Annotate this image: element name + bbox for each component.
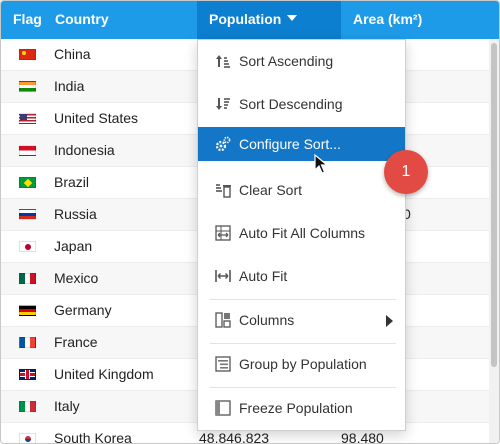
south-korea-flag-icon bbox=[19, 433, 36, 443]
menu-item-label: Columns bbox=[239, 312, 295, 328]
brazil-flag-icon bbox=[19, 177, 36, 188]
group-icon bbox=[215, 356, 231, 372]
menu-separator bbox=[210, 387, 396, 388]
menu-separator bbox=[210, 343, 396, 344]
menu-item-columns[interactable]: Columns bbox=[198, 303, 405, 337]
country-cell: Russia bbox=[54, 206, 97, 222]
columns-icon bbox=[215, 312, 231, 328]
column-header-area[interactable]: Area (km²) bbox=[341, 1, 499, 39]
country-cell: France bbox=[54, 334, 98, 350]
menu-item-label: Clear Sort bbox=[239, 182, 303, 198]
flag-cell bbox=[19, 103, 39, 135]
clear-sort-icon bbox=[216, 184, 231, 198]
menu-item-freeze[interactable]: Freeze Population bbox=[198, 391, 405, 425]
united-states-flag-icon bbox=[19, 113, 36, 124]
country-cell: India bbox=[54, 78, 85, 94]
column-header-flag[interactable]: Flag bbox=[1, 1, 43, 39]
country-cell: Germany bbox=[54, 302, 112, 318]
flag-cell bbox=[19, 423, 39, 443]
menu-item-label: Auto Fit All Columns bbox=[239, 225, 366, 241]
india-flag-icon bbox=[19, 81, 36, 92]
menu-item-clear-sort[interactable]: Clear Sort bbox=[198, 173, 405, 207]
germany-flag-icon bbox=[19, 305, 36, 316]
country-cell: China bbox=[54, 46, 91, 62]
country-cell: Japan bbox=[54, 238, 93, 254]
scrollbar-thumb[interactable] bbox=[491, 43, 497, 367]
menu-item-label: Group by Population bbox=[239, 356, 367, 372]
column-header-population[interactable]: Population bbox=[197, 1, 341, 39]
flag-cell bbox=[19, 327, 39, 359]
column-header-population-label: Population bbox=[209, 11, 282, 27]
menu-item-sort-ascending[interactable]: Sort Ascending bbox=[198, 44, 405, 78]
sort-ascending-icon bbox=[216, 55, 230, 68]
country-cell: Indonesia bbox=[54, 142, 115, 158]
flag-cell bbox=[19, 135, 39, 167]
flag-cell bbox=[19, 167, 39, 199]
auto-fit-icon bbox=[215, 270, 231, 282]
indonesia-flag-icon bbox=[19, 145, 36, 156]
freeze-icon bbox=[215, 400, 231, 416]
menu-item-label: Sort Descending bbox=[239, 96, 343, 112]
menu-item-label: Sort Ascending bbox=[239, 53, 334, 69]
country-cell: United States bbox=[54, 110, 139, 126]
mexico-flag-icon bbox=[19, 273, 36, 284]
flag-cell bbox=[19, 359, 39, 391]
russia-flag-icon bbox=[19, 209, 36, 220]
menu-item-label: Auto Fit bbox=[239, 268, 288, 284]
data-grid: Flag Country Population Area (km²) China… bbox=[0, 0, 500, 444]
column-context-menu: Sort Ascending Sort Descending Configure… bbox=[197, 39, 406, 431]
flag-cell bbox=[19, 391, 39, 423]
menu-item-group-by[interactable]: Group by Population bbox=[198, 347, 405, 381]
menu-item-configure-sort[interactable]: Configure Sort... bbox=[198, 127, 405, 161]
submenu-arrow-icon bbox=[386, 315, 393, 327]
country-cell: United Kingdom bbox=[54, 366, 154, 382]
menu-item-label: Freeze Population bbox=[239, 400, 353, 416]
mouse-pointer-icon bbox=[314, 154, 328, 174]
flag-cell bbox=[19, 39, 39, 71]
japan-flag-icon bbox=[19, 241, 36, 252]
menu-item-auto-fit-all-columns[interactable]: Auto Fit All Columns bbox=[198, 216, 405, 250]
grid-header: Flag Country Population Area (km²) bbox=[1, 1, 499, 39]
italy-flag-icon bbox=[19, 401, 36, 412]
country-cell: Italy bbox=[54, 398, 80, 414]
auto-fit-all-icon bbox=[215, 225, 231, 241]
menu-separator bbox=[210, 299, 396, 300]
sort-descending-icon bbox=[216, 98, 230, 110]
country-cell: Mexico bbox=[54, 270, 99, 286]
china-flag-icon bbox=[19, 49, 36, 60]
vertical-scrollbar[interactable] bbox=[489, 39, 499, 443]
column-header-country[interactable]: Country bbox=[43, 1, 197, 39]
menu-item-auto-fit[interactable]: Auto Fit bbox=[198, 259, 405, 293]
flag-cell bbox=[19, 231, 39, 263]
step-callout-badge: 1 bbox=[384, 150, 428, 194]
country-cell: South Korea bbox=[54, 430, 132, 444]
flag-cell bbox=[19, 71, 39, 103]
flag-cell bbox=[19, 263, 39, 295]
menu-item-sort-descending[interactable]: Sort Descending bbox=[198, 87, 405, 121]
flag-cell bbox=[19, 199, 39, 231]
gears-icon bbox=[215, 136, 231, 152]
flag-cell bbox=[19, 295, 39, 327]
france-flag-icon bbox=[19, 337, 36, 348]
united-kingdom-flag-icon bbox=[19, 369, 36, 380]
country-cell: Brazil bbox=[54, 174, 90, 190]
chevron-down-icon[interactable] bbox=[287, 15, 298, 21]
